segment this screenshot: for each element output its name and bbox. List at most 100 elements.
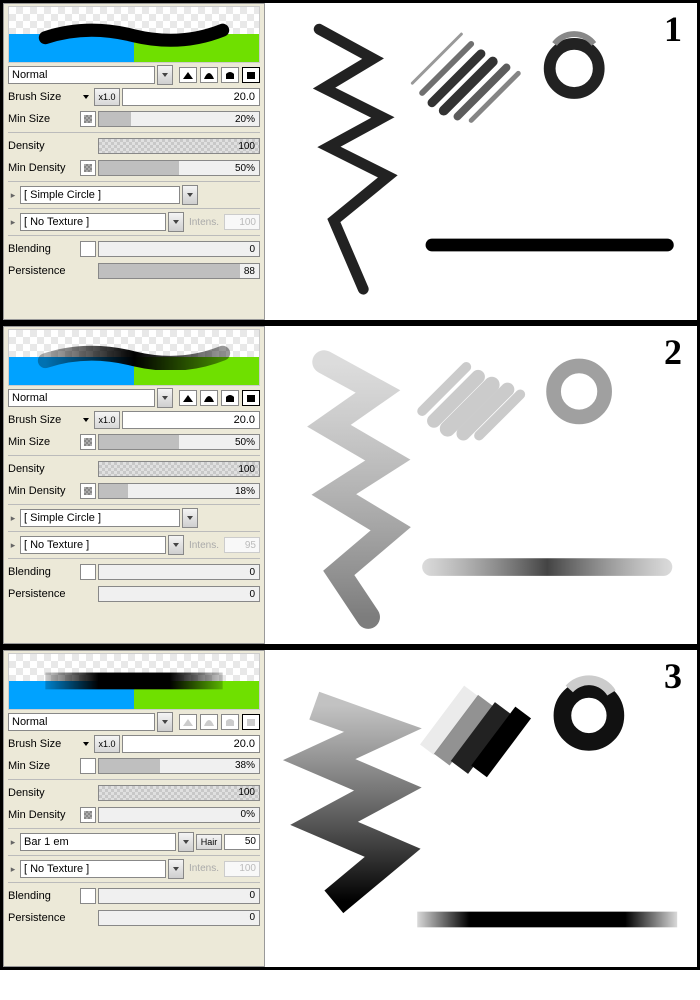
brush-size-value[interactable]: 20.0 [122,735,260,753]
intensity-value: 95 [224,537,260,553]
tip-shape-flat[interactable] [242,390,260,406]
min-density-pressure-toggle[interactable] [80,483,96,499]
brush-preset-section: Normal Brush Size x1.0 20.0 Min Size 38%… [0,647,700,970]
blend-mode-dropdown-icon[interactable] [157,712,173,732]
preset-number: 1 [664,8,682,50]
density-label: Density [8,787,78,799]
persistence-slider[interactable]: 0 [98,910,260,926]
tip-shape-round[interactable] [221,714,239,730]
tip-shape-group [179,390,260,406]
brush-tip-select[interactable]: [ Simple Circle ] [20,186,180,204]
size-multiplier-button[interactable]: x1.0 [94,88,120,106]
min-density-slider[interactable]: 0% [98,807,260,823]
brush-preset-section: Normal Brush Size x1.0 20.0 Min Size 20%… [0,0,700,323]
min-density-label: Min Density [8,485,78,497]
brush-preview [8,6,260,63]
blending-slider[interactable]: 0 [98,241,260,257]
blending-slider[interactable]: 0 [98,888,260,904]
brush-size-value[interactable]: 20.0 [122,88,260,106]
min-size-slider[interactable]: 38% [98,758,260,774]
min-size-slider[interactable]: 50% [98,434,260,450]
hair-value[interactable]: 50 [224,834,260,850]
blending-slider[interactable]: 0 [98,564,260,580]
stroke-demo-area: 3 [265,650,697,967]
tip-expand-icon[interactable] [8,189,18,201]
min-size-pressure-toggle[interactable] [80,434,96,450]
min-density-pressure-toggle[interactable] [80,160,96,176]
intensity-label: Intens. [186,217,222,228]
blending-label: Blending [8,566,78,578]
brush-tip-dropdown-icon[interactable] [178,832,194,852]
persistence-slider[interactable]: 0 [98,586,260,602]
density-label: Density [8,463,78,475]
brush-size-value[interactable]: 20.0 [122,411,260,429]
tip-expand-icon[interactable] [8,512,18,524]
triangle-icon[interactable] [83,742,89,746]
texture-expand-icon[interactable] [8,539,18,551]
tip-shape-sharp[interactable] [179,714,197,730]
texture-select[interactable]: [ No Texture ] [20,860,166,878]
texture-select[interactable]: [ No Texture ] [20,213,166,231]
brush-size-label: Brush Size [8,91,78,103]
blend-mode-select[interactable]: Normal [8,66,155,84]
blending-toggle[interactable] [80,564,96,580]
blend-mode-dropdown-icon[interactable] [157,388,173,408]
brush-preset-section: Normal Brush Size x1.0 20.0 Min Size 50%… [0,323,700,646]
blend-mode-select[interactable]: Normal [8,713,155,731]
intensity-label: Intens. [186,540,222,551]
tip-shape-sharp[interactable] [179,390,197,406]
tip-shape-group [179,714,260,730]
min-size-label: Min Size [8,760,78,772]
tip-expand-icon[interactable] [8,836,18,848]
blend-mode-dropdown-icon[interactable] [157,65,173,85]
preset-number: 3 [664,655,682,697]
tip-shape-soft[interactable] [200,390,218,406]
min-density-label: Min Density [8,162,78,174]
min-density-slider[interactable]: 50% [98,160,260,176]
brush-tip-select[interactable]: [ Simple Circle ] [20,509,180,527]
min-density-pressure-toggle[interactable] [80,807,96,823]
tip-shape-flat[interactable] [242,714,260,730]
brush-preview [8,653,260,710]
min-density-slider[interactable]: 18% [98,483,260,499]
texture-dropdown-icon[interactable] [168,535,184,555]
preset-number: 2 [664,331,682,373]
persistence-label: Persistence [8,265,78,277]
tip-shape-soft[interactable] [200,714,218,730]
triangle-icon[interactable] [83,95,89,99]
brush-settings-panel: Normal Brush Size x1.0 20.0 Min Size 50%… [3,326,265,643]
tip-shape-flat[interactable] [242,67,260,83]
blending-label: Blending [8,890,78,902]
brush-size-label: Brush Size [8,414,78,426]
min-size-label: Min Size [8,113,78,125]
density-slider[interactable]: 100 [98,461,260,477]
persistence-label: Persistence [8,588,78,600]
density-slider[interactable]: 100 [98,785,260,801]
min-size-slider[interactable]: 20% [98,111,260,127]
texture-dropdown-icon[interactable] [168,212,184,232]
tip-shape-round[interactable] [221,67,239,83]
tip-shape-soft[interactable] [200,67,218,83]
brush-tip-select[interactable]: Bar 1 em [20,833,176,851]
blend-mode-select[interactable]: Normal [8,389,155,407]
brush-tip-dropdown-icon[interactable] [182,508,198,528]
min-density-label: Min Density [8,809,78,821]
texture-expand-icon[interactable] [8,216,18,228]
persistence-slider[interactable]: 88 [98,263,260,279]
min-size-pressure-toggle[interactable] [80,758,96,774]
triangle-icon[interactable] [83,418,89,422]
brush-settings-panel: Normal Brush Size x1.0 20.0 Min Size 20%… [3,3,265,320]
density-slider[interactable]: 100 [98,138,260,154]
texture-dropdown-icon[interactable] [168,859,184,879]
texture-expand-icon[interactable] [8,863,18,875]
brush-tip-dropdown-icon[interactable] [182,185,198,205]
texture-select[interactable]: [ No Texture ] [20,536,166,554]
min-size-pressure-toggle[interactable] [80,111,96,127]
blending-toggle[interactable] [80,888,96,904]
size-multiplier-button[interactable]: x1.0 [94,411,120,429]
tip-shape-sharp[interactable] [179,67,197,83]
blending-toggle[interactable] [80,241,96,257]
size-multiplier-button[interactable]: x1.0 [94,735,120,753]
tip-shape-round[interactable] [221,390,239,406]
brush-preview [8,329,260,386]
